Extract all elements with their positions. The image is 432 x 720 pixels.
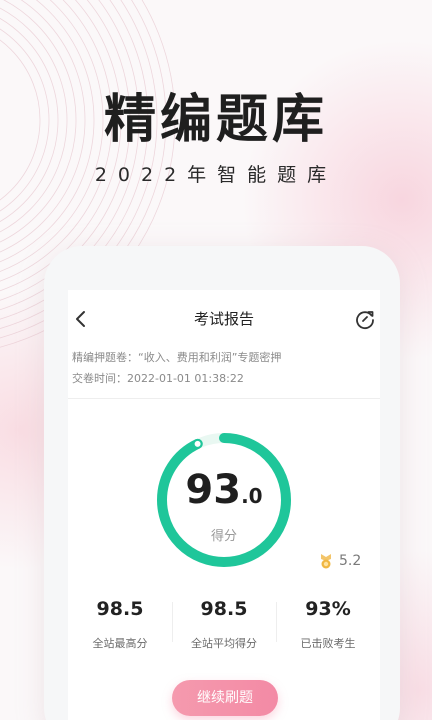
stat-value: 98.5 — [200, 598, 248, 620]
score-fraction: .0 — [241, 484, 263, 508]
score-value: 93.0 — [174, 468, 274, 520]
nav-bar: 考试报告 — [68, 290, 380, 346]
stat-value: 93% — [305, 598, 351, 620]
score-main: 93 — [185, 467, 242, 513]
stat-highest-score: 98.5 全站最高分 — [68, 592, 172, 662]
score-label: 得分 — [210, 529, 237, 544]
promo-headline: 精编题库 — [103, 90, 328, 150]
stat-label: 全站平均得分 — [191, 637, 257, 650]
divider — [68, 398, 380, 399]
promo-subline: 2022年智能题库 — [94, 164, 338, 186]
stat-label: 全站最高分 — [92, 637, 148, 650]
refresh-icon[interactable] — [354, 308, 376, 330]
paper-name: 精编押题卷：“收入、费用和利润”专题密押 — [72, 351, 282, 364]
stat-average-score: 98.5 全站平均得分 — [172, 592, 276, 662]
stat-beaten-ratio: 93% 已击败考生 — [276, 592, 380, 662]
medal-icon — [321, 554, 331, 569]
stats-row: 98.5 全站最高分 98.5 全站平均得分 93% 已击败考生 — [68, 592, 380, 662]
stat-value: 98.5 — [96, 598, 144, 620]
exam-report-screen: 考试报告 精编押题卷：“收入、费用和利润”专题密押 交卷时间：2022-01-0… — [68, 290, 380, 720]
stat-label: 已击败考生 — [300, 637, 356, 650]
rank-value: 5.2 — [339, 553, 362, 569]
continue-practice-button[interactable]: 继续刷题 — [172, 680, 278, 716]
page-title: 考试报告 — [193, 310, 254, 328]
submit-time: 交卷时间：2022-01-01 01:38:22 — [72, 372, 244, 385]
